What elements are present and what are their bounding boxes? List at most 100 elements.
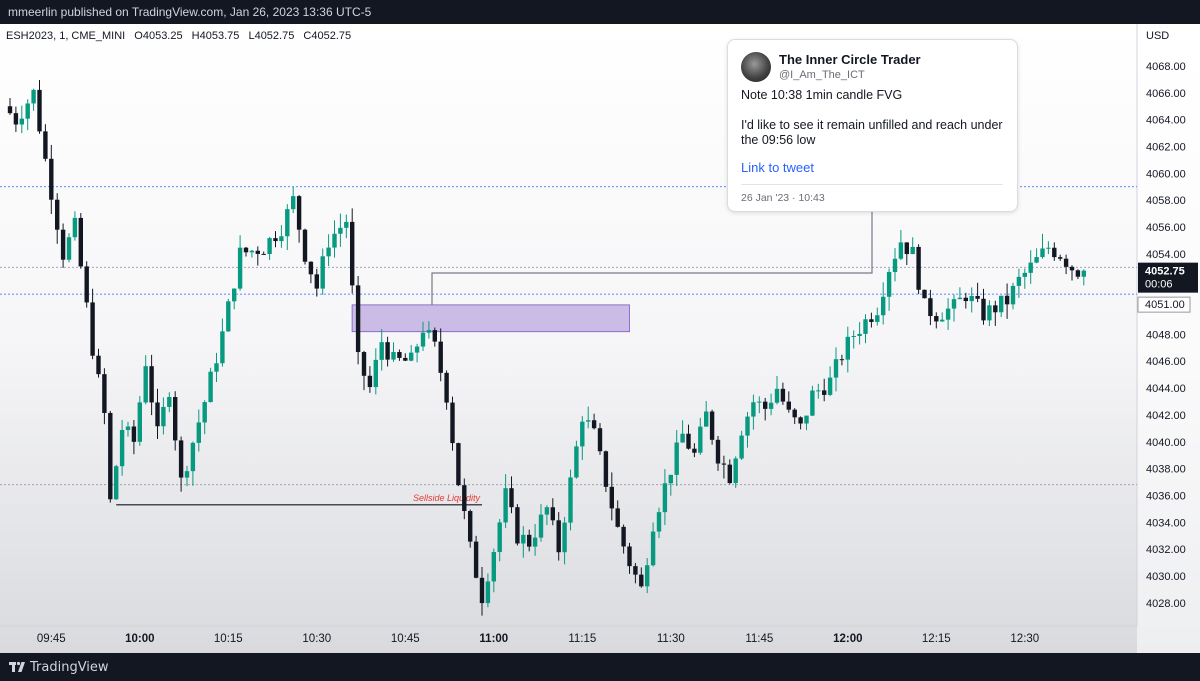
candle-body [161, 406, 166, 427]
candle-body [279, 236, 284, 242]
candle-body [851, 336, 856, 338]
candle-body [591, 420, 597, 429]
candlestick-chart[interactable]: Sellside Liquidity 4068.00 4066.00 4064.00 4… [0, 24, 1200, 653]
candle-body [922, 289, 927, 299]
candle-body [928, 298, 933, 317]
candle-body [226, 301, 231, 332]
candle-body [757, 401, 762, 403]
price-tick-label: 4048.00 [1146, 329, 1186, 341]
candle-body [686, 433, 691, 449]
candle-body [963, 297, 968, 302]
candle-body [450, 402, 455, 444]
time-tick-label: 11:15 [568, 633, 596, 645]
candle-body [857, 333, 862, 337]
candle-body [999, 295, 1004, 313]
low-value: L4052.75 [248, 30, 295, 42]
candle-body [763, 401, 768, 409]
candle-body [733, 458, 738, 484]
open-value: O4053.25 [134, 30, 183, 42]
candle-body [945, 308, 951, 320]
price-tick-label: 4038.00 [1146, 464, 1186, 476]
candle-body [951, 299, 957, 309]
candle-body [255, 250, 260, 254]
candle-body [114, 466, 119, 500]
candle-body [910, 246, 915, 255]
tweet-link[interactable]: Link to tweet [741, 160, 814, 175]
brand-name[interactable]: TradingView [30, 660, 109, 675]
candle-body [90, 302, 95, 356]
candle-body [296, 196, 302, 230]
candle-body [338, 227, 343, 234]
time-tick-label: 12:15 [922, 633, 951, 645]
candle-body [391, 352, 396, 360]
candle-body [904, 242, 909, 255]
candle-body [544, 507, 550, 515]
candle-body [603, 451, 609, 487]
candle-body [373, 359, 378, 388]
tweet-author-handle[interactable]: @I_Am_The_ICT [779, 69, 865, 81]
candle-body [521, 534, 526, 544]
candle-body [550, 507, 555, 521]
avatar[interactable] [741, 52, 771, 82]
currency-label: USD [1146, 30, 1170, 42]
tweet-card[interactable]: The Inner Circle Trader @I_Am_The_ICT No… [727, 39, 1018, 212]
candle-body [102, 374, 107, 413]
symbol-label[interactable]: ESH2023, 1, CME_MINI [6, 30, 125, 42]
candle-body [355, 285, 361, 353]
candle-body [367, 375, 373, 388]
candle-body [609, 486, 614, 509]
price-tick-label: 4062.00 [1146, 142, 1186, 154]
candle-body [509, 488, 514, 508]
candle-body [556, 520, 561, 553]
candle-body [745, 416, 750, 436]
tweet-author-name[interactable]: The Inner Circle Trader [779, 52, 921, 67]
candle-body [108, 412, 113, 500]
tweet-line-1: Note 10:38 1min candle FVG [741, 88, 903, 102]
candle-body [131, 426, 137, 442]
candle-body [143, 366, 148, 403]
price-tick-label: 4044.00 [1146, 383, 1186, 395]
candle-body [503, 488, 508, 523]
time-tick-label: 11:30 [657, 633, 685, 645]
ohlc-legend: ESH2023, 1, CME_MINI O4053.25 H4053.75 L… [6, 30, 357, 42]
candle-body [308, 261, 314, 275]
candle-body [527, 534, 532, 547]
candle-body [816, 390, 821, 392]
candle-body [886, 272, 892, 297]
candle-body [987, 305, 992, 321]
price-tick-label: 4042.00 [1146, 410, 1186, 422]
time-tick-label: 11:00 [479, 633, 508, 645]
candle-body [1034, 257, 1039, 263]
chart-area[interactable]: Sellside Liquidity 4068.00 4066.00 4064.00 4… [0, 24, 1200, 653]
tradingview-logo-icon[interactable] [9, 659, 25, 675]
candle-body [804, 415, 809, 424]
candle-body [780, 388, 786, 402]
candle-body [739, 435, 744, 459]
candle-body [456, 443, 461, 486]
candle-body [438, 341, 443, 373]
candle-body [491, 552, 496, 582]
candle-body [839, 359, 845, 361]
candle-body [1046, 247, 1051, 249]
tweet-connector-line [431, 210, 873, 305]
countdown-value: 00:06 [1145, 279, 1173, 291]
price-tick-label: 4034.00 [1146, 517, 1186, 529]
time-tick-label: 12:30 [1010, 633, 1039, 645]
candle-body [650, 531, 656, 566]
candle-body [810, 390, 815, 416]
tweet-divider [741, 184, 1003, 185]
candle-body [232, 288, 237, 302]
candle-body [202, 402, 207, 423]
candle-body [715, 439, 721, 464]
publisher-bar: mmeerlin published on TradingView.com, J… [0, 0, 1200, 24]
candle-body [25, 103, 30, 119]
candle-body [633, 566, 638, 575]
candle-body [892, 258, 898, 273]
candle-body [692, 448, 697, 453]
candle-body [320, 256, 325, 289]
candle-body [993, 305, 998, 313]
candle-body [285, 209, 290, 237]
candle-body [645, 565, 650, 587]
candle-body [379, 342, 384, 360]
candle-body [273, 238, 278, 242]
